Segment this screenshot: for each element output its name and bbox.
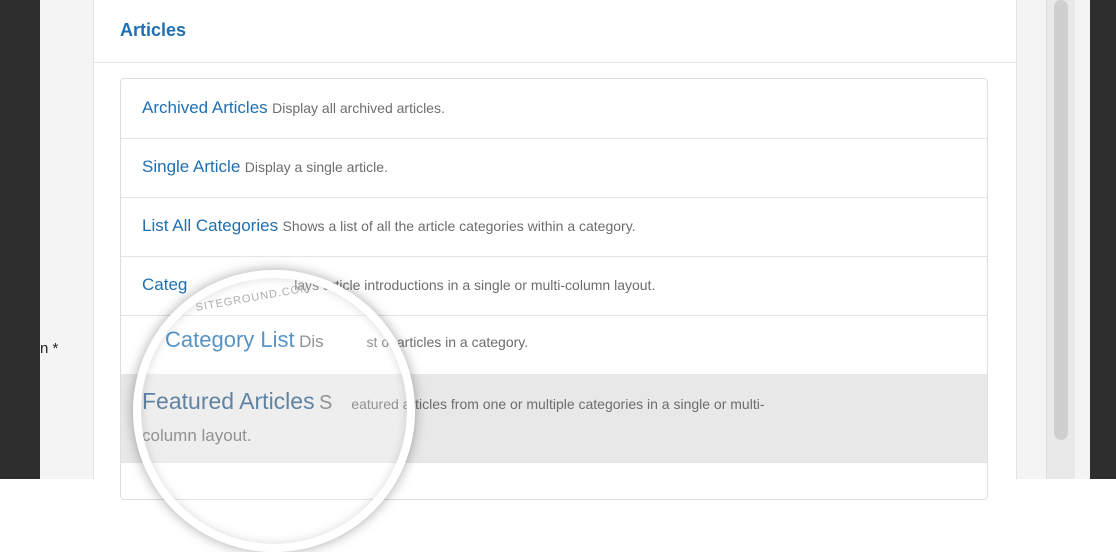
panel-title: Articles [120,20,187,40]
left-frame [0,0,40,479]
item-description: Shows a list of all the article categori… [282,218,636,234]
item-title[interactable]: Archived Articles [142,98,268,117]
item-description: Display all archived articles. [272,100,445,116]
field-label: n * [40,340,59,357]
list-item-archived-articles[interactable]: Archived Articles Display all archived a… [121,79,987,139]
list-item-list-all-categories[interactable]: List All Categories Shows a list of all … [121,197,987,257]
item-title[interactable]: Categ [142,275,187,294]
scrollbar-thumb[interactable] [1054,0,1068,440]
right-frame [1090,0,1116,479]
watermark: SITEGROUND.COM [194,282,312,314]
item-title[interactable]: List All Categories [142,216,278,235]
item-title[interactable]: Single Article [142,157,240,176]
list-item-single-article[interactable]: Single Article Display a single article. [121,138,987,198]
magnifier-lens: SITEGROUND.COM [133,270,415,552]
item-description: Display a single article. [244,159,388,175]
panel-header: Articles [94,0,1016,63]
